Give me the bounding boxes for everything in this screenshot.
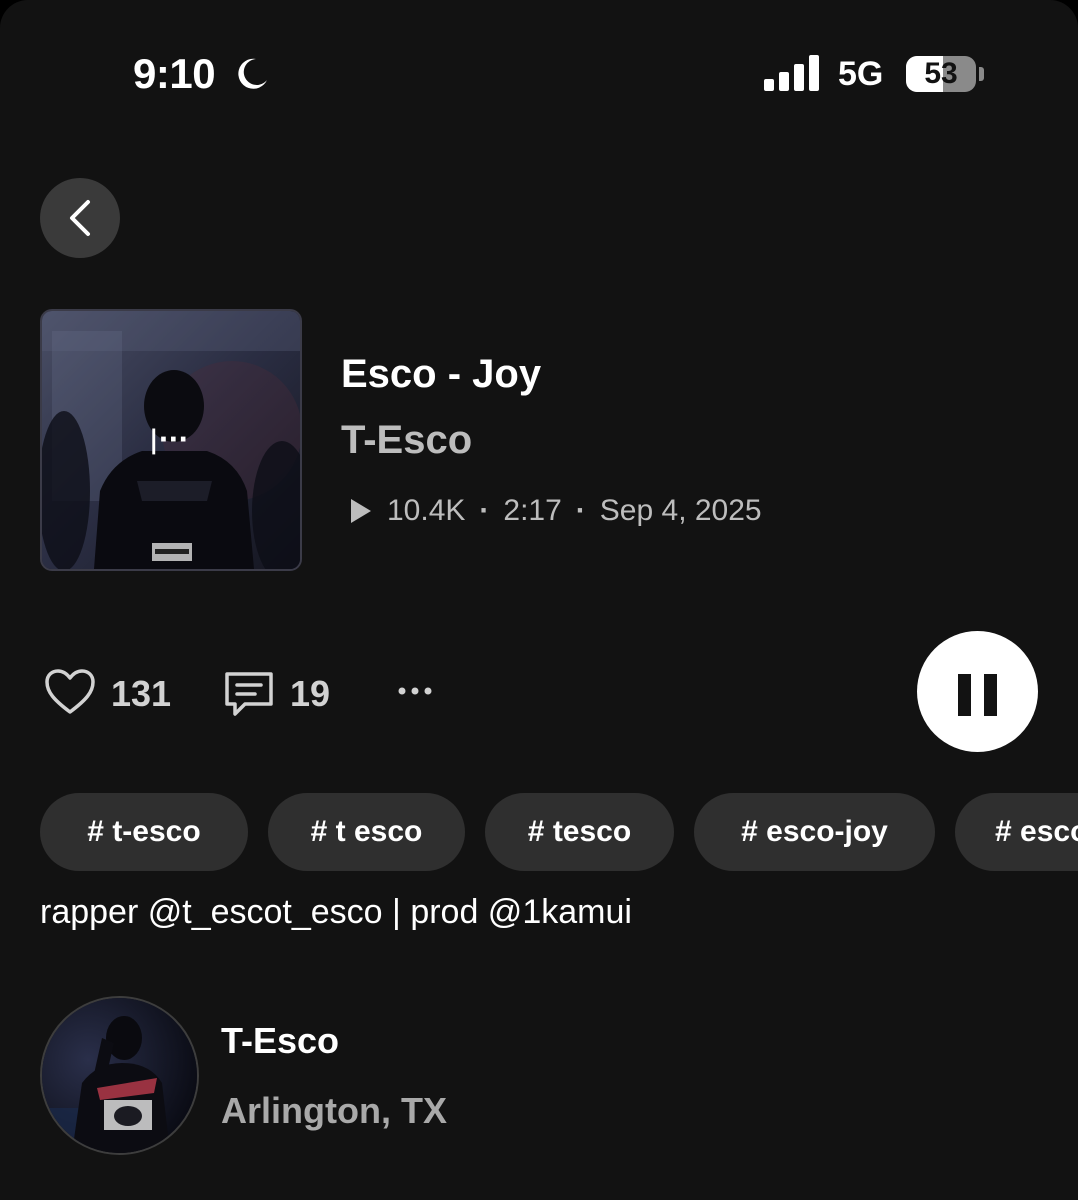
more-icon[interactable] bbox=[396, 683, 436, 699]
artist-avatar[interactable] bbox=[40, 996, 199, 1155]
battery-tip bbox=[979, 67, 984, 81]
pause-icon bbox=[958, 674, 971, 716]
battery-percent: 53 bbox=[924, 57, 958, 90]
track-description: rapper @t_escot_esco | prod @1kamui bbox=[40, 893, 632, 931]
status-time: 9:10 bbox=[133, 50, 216, 97]
moon-icon bbox=[238, 58, 267, 89]
track-artist-link[interactable]: T-Esco bbox=[341, 418, 472, 463]
heart-icon[interactable] bbox=[44, 668, 96, 716]
comment-icon[interactable] bbox=[223, 670, 275, 720]
battery-icon: 53 bbox=[906, 56, 976, 92]
tag-chip[interactable]: # esco bbox=[955, 793, 1078, 871]
svg-text:|···: |··· bbox=[149, 425, 188, 455]
avatar-image bbox=[42, 998, 197, 1153]
play-count: 10.4K bbox=[387, 494, 466, 527]
tag-chip[interactable]: # t-esco bbox=[40, 793, 248, 871]
track-detail-screen: 9:10 5G 53 |··· Esco - Joy T-Esco 10.4K … bbox=[0, 0, 1078, 1200]
artist-name[interactable]: T-Esco bbox=[221, 1020, 339, 1062]
artwork-image: |··· bbox=[42, 311, 300, 569]
tag-chip[interactable]: # tesco bbox=[485, 793, 674, 871]
track-title: Esco - Joy bbox=[341, 352, 542, 396]
track-meta: 10.4K · 2:17 · Sep 4, 2025 bbox=[349, 494, 762, 528]
chevron-left-icon bbox=[70, 200, 90, 236]
artist-location: Arlington, TX bbox=[221, 1090, 447, 1131]
signal-icon bbox=[764, 55, 822, 91]
tag-chip[interactable]: # t esco bbox=[268, 793, 465, 871]
pause-icon bbox=[984, 674, 997, 716]
comment-count[interactable]: 19 bbox=[290, 673, 330, 715]
separator: · bbox=[479, 494, 490, 527]
pause-button[interactable] bbox=[917, 631, 1038, 752]
like-count[interactable]: 131 bbox=[111, 673, 171, 715]
release-date: Sep 4, 2025 bbox=[599, 494, 762, 527]
play-count-icon bbox=[351, 499, 371, 523]
network-type: 5G bbox=[838, 55, 884, 93]
track-duration: 2:17 bbox=[503, 494, 562, 527]
track-artwork[interactable]: |··· bbox=[40, 309, 302, 571]
tag-chip[interactable]: # esco-joy bbox=[694, 793, 935, 871]
separator: · bbox=[575, 494, 586, 527]
back-button[interactable] bbox=[40, 178, 120, 258]
